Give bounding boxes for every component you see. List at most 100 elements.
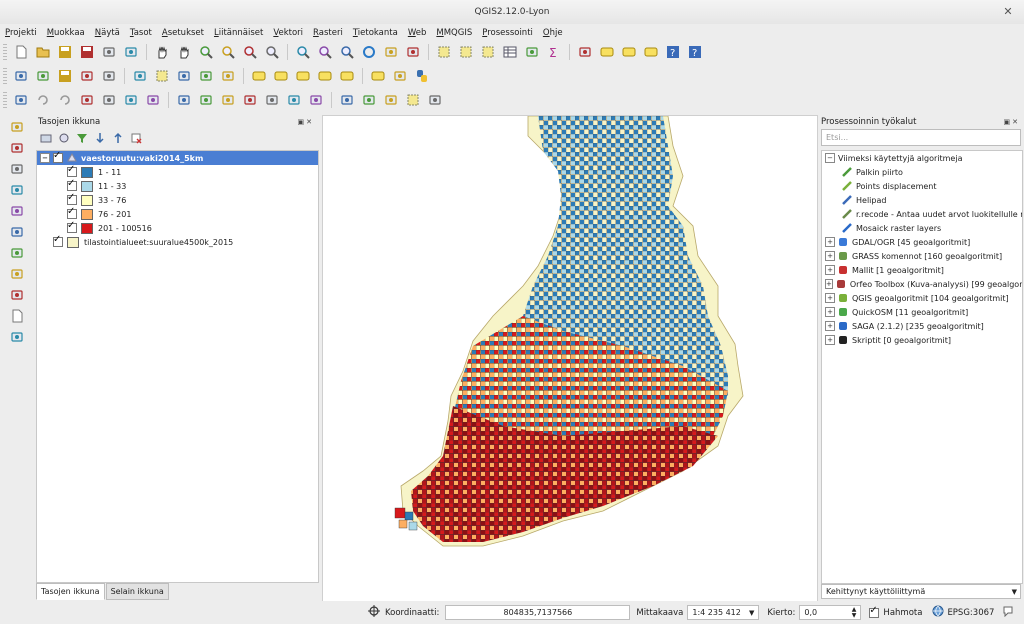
copy-features-icon[interactable] xyxy=(197,67,215,85)
scale-combobox[interactable]: 1:4 235 412 ▼ xyxy=(687,605,760,620)
cut-features-icon[interactable] xyxy=(175,67,193,85)
measure-line-icon[interactable] xyxy=(576,43,594,61)
panel-float-close-icon[interactable]: ▣✕ xyxy=(298,118,314,126)
add-wms-icon[interactable] xyxy=(8,223,26,241)
python-icon[interactable] xyxy=(413,67,431,85)
crs-globe-icon[interactable] xyxy=(932,605,944,620)
render-checkbox[interactable] xyxy=(869,605,880,618)
zoom-selection-icon[interactable] xyxy=(263,43,281,61)
new-shapefile-icon[interactable] xyxy=(8,307,26,325)
add-vector-layer-icon[interactable] xyxy=(8,118,26,136)
algorithm-provider[interactable]: + Mallit [1 geoalgoritmit] xyxy=(822,263,1022,277)
legend-class-checkbox[interactable] xyxy=(67,206,77,219)
layer-row[interactable]: tilastointialueet:suuralue4500k_2015 xyxy=(37,234,318,249)
merge-attributes-icon[interactable] xyxy=(338,91,356,109)
messages-icon[interactable] xyxy=(1002,605,1014,620)
algorithm-item[interactable]: r.recode - Antaa uudet arvot luokitellul… xyxy=(822,207,1022,221)
edit-pencil-icon[interactable] xyxy=(34,67,52,85)
zoom-next-icon[interactable] xyxy=(338,43,356,61)
add-wcs-icon[interactable] xyxy=(8,244,26,262)
menu-item[interactable]: Liitännäiset xyxy=(209,28,268,38)
crs-value[interactable]: EPSG:3067 xyxy=(947,608,994,618)
reshape-icon[interactable] xyxy=(219,91,237,109)
algorithm-provider[interactable]: + GDAL/OGR [45 geoalgoritmit] xyxy=(822,235,1022,249)
pin-label-icon[interactable] xyxy=(272,67,290,85)
change-label-icon[interactable] xyxy=(369,67,387,85)
menu-item[interactable]: Rasteri xyxy=(308,28,348,38)
menu-item[interactable]: Tietokanta xyxy=(348,28,403,38)
zoom-layer-icon[interactable] xyxy=(294,43,312,61)
refresh-icon[interactable] xyxy=(360,43,378,61)
csw-icon[interactable] xyxy=(391,67,409,85)
node-tool-icon[interactable] xyxy=(131,67,149,85)
attribute-table-icon[interactable] xyxy=(501,43,519,61)
legend-class-checkbox[interactable] xyxy=(67,178,77,191)
toolbar-grip[interactable] xyxy=(3,44,7,60)
deselect-icon[interactable] xyxy=(457,43,475,61)
algorithm-provider[interactable]: + Skriptit [0 geoalgoritmit] xyxy=(822,333,1022,347)
offset-curve-icon[interactable] xyxy=(241,91,259,109)
split-parts-icon[interactable] xyxy=(285,91,303,109)
close-window-icon[interactable]: ✕ xyxy=(1000,4,1016,20)
select-point-icon[interactable] xyxy=(404,91,422,109)
delete-ring-icon[interactable] xyxy=(175,91,193,109)
composer-manager-icon[interactable] xyxy=(122,43,140,61)
map-canvas[interactable] xyxy=(322,115,818,603)
menu-item[interactable]: Projekti xyxy=(0,28,42,38)
undo-icon[interactable] xyxy=(34,91,52,109)
menu-item[interactable]: Tasot xyxy=(125,28,157,38)
zoom-full-icon[interactable] xyxy=(241,43,259,61)
finland-population-map[interactable] xyxy=(323,116,817,602)
expand-icon[interactable]: + xyxy=(825,293,835,303)
statistics-icon[interactable]: Σ xyxy=(545,43,563,61)
add-ring-icon[interactable] xyxy=(100,91,118,109)
legend-item[interactable]: 11 - 33 xyxy=(37,178,318,193)
algorithm-provider[interactable]: + GRASS komennot [160 geoalgoritmit] xyxy=(822,249,1022,263)
recent-algorithms-group[interactable]: − Viimeksi käytettyjä algoritmeja xyxy=(822,151,1022,165)
simplify-icon[interactable] xyxy=(78,91,96,109)
label-icon[interactable] xyxy=(642,43,660,61)
select-icon[interactable] xyxy=(435,43,453,61)
save-project-icon[interactable] xyxy=(56,43,74,61)
layer-visibility-checkbox[interactable] xyxy=(53,150,63,163)
split-features-icon[interactable] xyxy=(263,91,281,109)
paste-features-icon[interactable] xyxy=(219,67,237,85)
zoom-last-icon[interactable] xyxy=(316,43,334,61)
zoom-in-icon[interactable] xyxy=(197,43,215,61)
menu-item[interactable]: Vektori xyxy=(268,28,308,38)
legend-item[interactable]: 1 - 11 xyxy=(37,164,318,179)
tab-layers[interactable]: Tasojen ikkuna xyxy=(36,583,105,600)
add-feature-icon[interactable] xyxy=(78,67,96,85)
expand-icon[interactable]: + xyxy=(825,237,835,247)
help-icon[interactable]: ? xyxy=(664,43,682,61)
expression-select-icon[interactable] xyxy=(479,43,497,61)
add-delimited-text-icon[interactable] xyxy=(8,286,26,304)
legend-item[interactable]: 201 - 100516 xyxy=(37,220,318,235)
delete-part-icon[interactable] xyxy=(197,91,215,109)
expand-all-icon[interactable] xyxy=(93,131,107,145)
show-label-icon[interactable] xyxy=(294,67,312,85)
coordinate-mode-icon[interactable] xyxy=(368,605,380,620)
identify-icon[interactable] xyxy=(382,43,400,61)
rotate-point-icon[interactable] xyxy=(360,91,378,109)
measure-icon[interactable] xyxy=(404,43,422,61)
add-virtual-layer-icon[interactable] xyxy=(8,328,26,346)
collapse-icon[interactable]: − xyxy=(825,153,835,163)
save-edits-icon[interactable] xyxy=(56,67,74,85)
menu-item[interactable]: Näytä xyxy=(90,28,125,38)
rotate-label-icon[interactable] xyxy=(338,67,356,85)
toolbar-grip[interactable] xyxy=(3,68,7,84)
pan-to-selection-icon[interactable] xyxy=(175,43,193,61)
processing-search-input[interactable]: Etsi... xyxy=(821,129,1021,146)
move-feature-icon[interactable] xyxy=(100,67,118,85)
expand-icon[interactable]: + xyxy=(825,321,835,331)
snapping-icon[interactable] xyxy=(12,91,30,109)
coordinate-field[interactable]: 804835,7137566 xyxy=(445,605,631,620)
add-part-icon[interactable] xyxy=(122,91,140,109)
algorithm-item[interactable]: Helipad xyxy=(822,193,1022,207)
save-as-icon[interactable] xyxy=(78,43,96,61)
legend-class-checkbox[interactable] xyxy=(67,164,77,177)
remove-layer-icon[interactable] xyxy=(129,131,143,145)
new-project-icon[interactable] xyxy=(12,43,30,61)
algorithm-provider[interactable]: + SAGA (2.1.2) [235 geoalgoritmit] xyxy=(822,319,1022,333)
